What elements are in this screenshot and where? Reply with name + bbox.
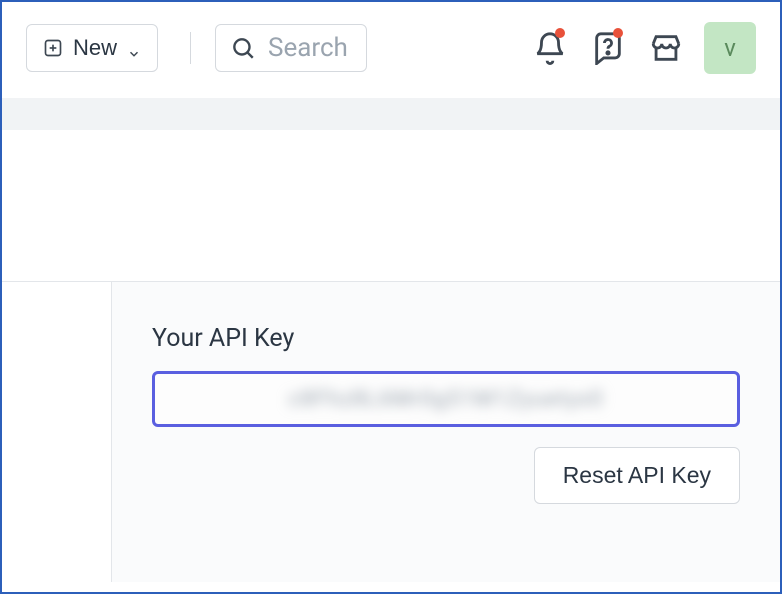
api-key-label: Your API Key <box>152 324 740 353</box>
vertical-divider <box>190 32 191 64</box>
notification-dot-icon <box>613 28 623 38</box>
search-icon <box>230 35 256 61</box>
help-button[interactable] <box>588 28 628 68</box>
avatar[interactable]: v <box>704 22 756 74</box>
api-key-panel: Your API Key c8Fhz8L6Mr0g51M1Zyuetyx0 Re… <box>112 282 780 582</box>
marketplace-button[interactable] <box>646 28 686 68</box>
content-row: Your API Key c8Fhz8L6Mr0g51M1Zyuetyx0 Re… <box>2 282 780 582</box>
api-key-value: c8Fhz8L6Mr0g51M1Zyuetyx0 <box>288 387 603 412</box>
plus-square-icon <box>43 38 63 58</box>
new-button[interactable]: New <box>26 24 158 72</box>
topbar: New Search <box>2 2 780 98</box>
chevron-down-icon <box>127 41 141 55</box>
new-button-label: New <box>73 35 117 61</box>
reset-api-key-button[interactable]: Reset API Key <box>534 447 740 504</box>
search-input[interactable]: Search <box>215 24 367 72</box>
notification-dot-icon <box>555 28 565 38</box>
page-header-area <box>2 130 780 282</box>
left-column <box>2 282 112 582</box>
search-placeholder: Search <box>268 33 348 63</box>
secondary-bar <box>2 98 780 130</box>
notifications-button[interactable] <box>530 28 570 68</box>
avatar-initial: v <box>724 34 736 62</box>
api-key-field[interactable]: c8Fhz8L6Mr0g51M1Zyuetyx0 <box>152 371 740 427</box>
